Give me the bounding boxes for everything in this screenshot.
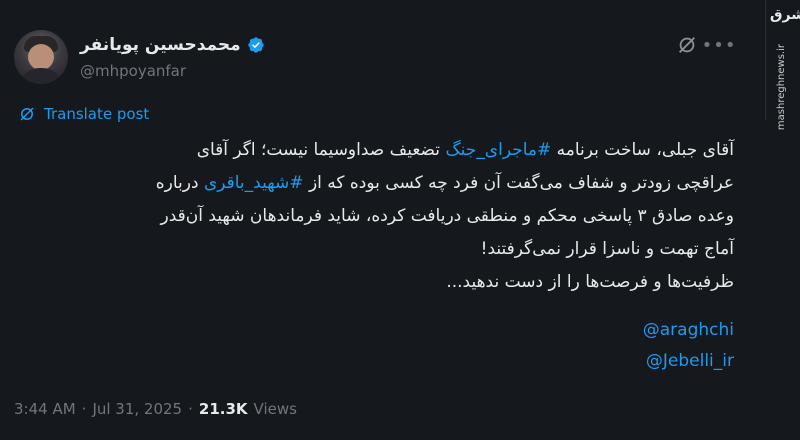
tweet-text-segment: آقای جبلی، ساخت برنامه (551, 140, 734, 160)
post-time[interactable]: 3:44 AM (14, 400, 76, 418)
tweet-meta: 3:44 AM · Jul 31, 2025 · 21.3K Views (14, 400, 297, 418)
tweet-line-2: عراقچی زودتر و شفاف می‌گفت آن فرد چه کسی… (14, 167, 734, 200)
author-name[interactable]: محمدحسین پویانفر (80, 35, 241, 55)
views-count[interactable]: 21.3K (199, 400, 248, 418)
tweet-text: آقای جبلی، ساخت برنامه #ماجرای_جنگ تضعیف… (14, 134, 734, 299)
tweet-line-5: ظرفیت‌ها و فرصت‌ها را از دست ندهید... (446, 272, 734, 292)
hashtag-link[interactable]: #ماجرای_جنگ (445, 140, 551, 160)
avatar-body (18, 68, 64, 84)
tweet-text-segment: درباره (155, 173, 204, 193)
mention-link[interactable]: @araghchi (643, 320, 734, 340)
tweet-line-3: وعده صادق ۳ پاسخی محکم و منطقی دریافت کر… (160, 206, 735, 226)
grok-icon[interactable] (676, 34, 698, 56)
views-label: Views (253, 400, 297, 418)
verified-badge-icon (248, 37, 264, 53)
meta-separator: · (81, 400, 87, 418)
author-name-row[interactable]: محمدحسین پویانفر (80, 35, 265, 55)
site-watermark: مشرق mashreghnews.ir (765, 0, 800, 130)
watermark-logo: مشرق (770, 7, 800, 23)
tweet-line-1: آقای جبلی، ساخت برنامه #ماجرای_جنگ تضعیف… (14, 134, 734, 167)
meta-separator: · (188, 400, 193, 418)
watermark-site: mashreghnews.ir (776, 44, 787, 131)
post-date[interactable]: Jul 31, 2025 (92, 400, 182, 418)
mention-link[interactable]: @Jebelli_ir (646, 351, 734, 371)
tweet-line-4: آماج تهمت و ناسزا قرار نمی‌گرفتند! (480, 239, 734, 259)
hashtag-link[interactable]: #شهید_باقری (204, 173, 304, 193)
tweet-header: محمدحسین پویانفر @mhpoyanfar (14, 30, 740, 86)
tweet-text-segment: عراقچی زودتر و شفاف می‌گفت آن فرد چه کسی… (303, 173, 734, 193)
translate-icon (20, 107, 34, 121)
more-icon[interactable]: ••• (702, 34, 736, 56)
translate-label[interactable]: Translate post (44, 105, 149, 123)
avatar[interactable] (14, 30, 68, 84)
translate-post-link[interactable]: Translate post (18, 105, 149, 123)
tweet-text-segment: تضعیف صداوسیما نیست؛ اگر آقای (196, 140, 446, 160)
author-handle[interactable]: @mhpoyanfar (80, 62, 186, 80)
avatar-face (28, 44, 54, 70)
